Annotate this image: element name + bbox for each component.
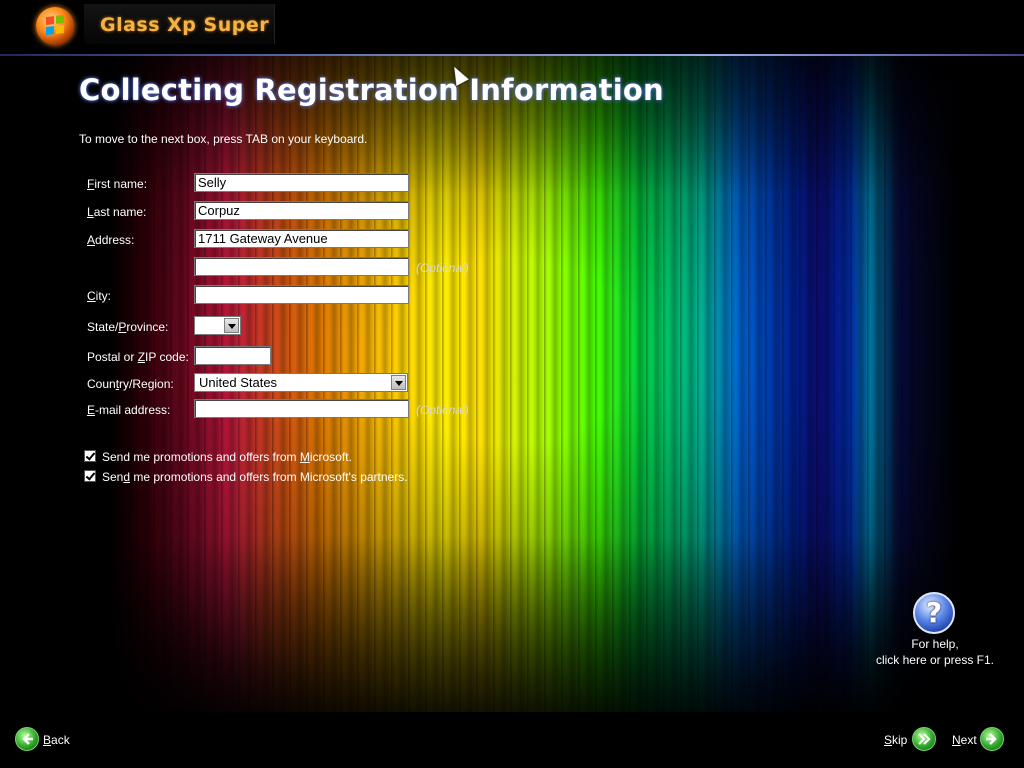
email-field[interactable] [194,399,409,418]
help-line-2: click here or press F1. [875,653,995,667]
arrow-left-icon [22,733,33,745]
address-line2-optional: (Optional) [416,261,469,275]
label-accesskey: E [87,403,96,417]
label-post: ry/Region: [119,377,174,391]
first-name-field[interactable]: Selly [194,173,409,192]
label-pre: State/ [87,320,119,334]
label-accesskey: S [884,733,893,747]
label-pre: Coun [87,377,116,391]
last-name-label: Last name: [87,205,146,219]
address-field[interactable]: 1711 Gateway Avenue [194,229,409,248]
promo-microsoft-label[interactable]: Send me promotions and offers from Micro… [102,450,352,464]
zip-field[interactable] [194,346,271,365]
email-label: E-mail address: [87,403,170,417]
last-name-field[interactable]: Corpuz [194,201,409,220]
label-accesskey: B [43,733,52,747]
question-mark-icon[interactable]: ? [913,592,955,634]
city-label: City: [87,289,111,303]
country-select[interactable]: United States [194,373,408,392]
label-pre: Postal or [87,350,138,364]
address-line2-field[interactable] [194,257,409,276]
label-accesskey: C [87,289,96,303]
skip-label[interactable]: Skip [884,733,907,747]
label-post: me promotions and offers from Microsoft'… [130,470,408,484]
label-post: ast name: [93,205,147,219]
arrow-right-icon [986,733,997,745]
label-post: rovince: [126,320,169,334]
first-name-label: First name: [87,177,147,191]
promo-partners-checkbox[interactable] [84,470,96,482]
label-accesskey: Z [137,350,146,364]
promo-microsoft-checkbox[interactable] [84,450,96,462]
label-post: IP code: [145,350,189,364]
label-accesskey: M [299,450,310,464]
next-label[interactable]: Next [952,733,977,747]
next-button[interactable] [980,727,1004,751]
help-line-1: For help, [911,637,959,651]
promo-partners-label[interactable]: Send me promotions and offers from Micro… [102,470,408,484]
zip-label: Postal or ZIP code: [87,350,189,364]
skip-button[interactable] [912,727,936,751]
email-optional: (Optional) [416,403,469,417]
label-post: ity: [95,289,112,303]
chevron-down-icon[interactable] [391,375,406,390]
label-accesskey: A [87,233,96,247]
bottom-bar [0,712,1024,768]
label-accesskey: N [952,733,961,747]
state-label: State/Province: [87,320,168,334]
state-select[interactable] [194,316,241,335]
windows-flag-icon [46,15,64,35]
city-field[interactable] [194,285,409,304]
label-post: ack [51,733,70,747]
label-pre: Send me promotions and offers from [102,450,300,464]
label-post: kip [892,733,908,747]
country-label: Country/Region: [87,377,174,391]
back-button[interactable] [15,727,39,751]
page-title: Collecting Registration Information [79,73,664,107]
address-label: Address: [87,233,134,247]
chevron-down-icon[interactable] [224,318,239,333]
label-post: ext [960,733,977,747]
country-select-value: United States [199,375,278,390]
back-label[interactable]: Back [43,733,70,747]
brand-title: Glass Xp Super [100,14,270,36]
instruction-text: To move to the next box, press TAB on yo… [79,132,368,146]
label-post: icrosoft. [309,450,352,464]
label-accesskey: L [87,205,94,219]
double-arrow-right-icon [918,733,931,745]
label-post: -mail address: [95,403,171,417]
label-pre: Sen [102,470,124,484]
help-link[interactable]: For help, click here or press F1. [860,636,1010,668]
label-post: irst name: [94,177,148,191]
label-post: ddress: [95,233,135,247]
